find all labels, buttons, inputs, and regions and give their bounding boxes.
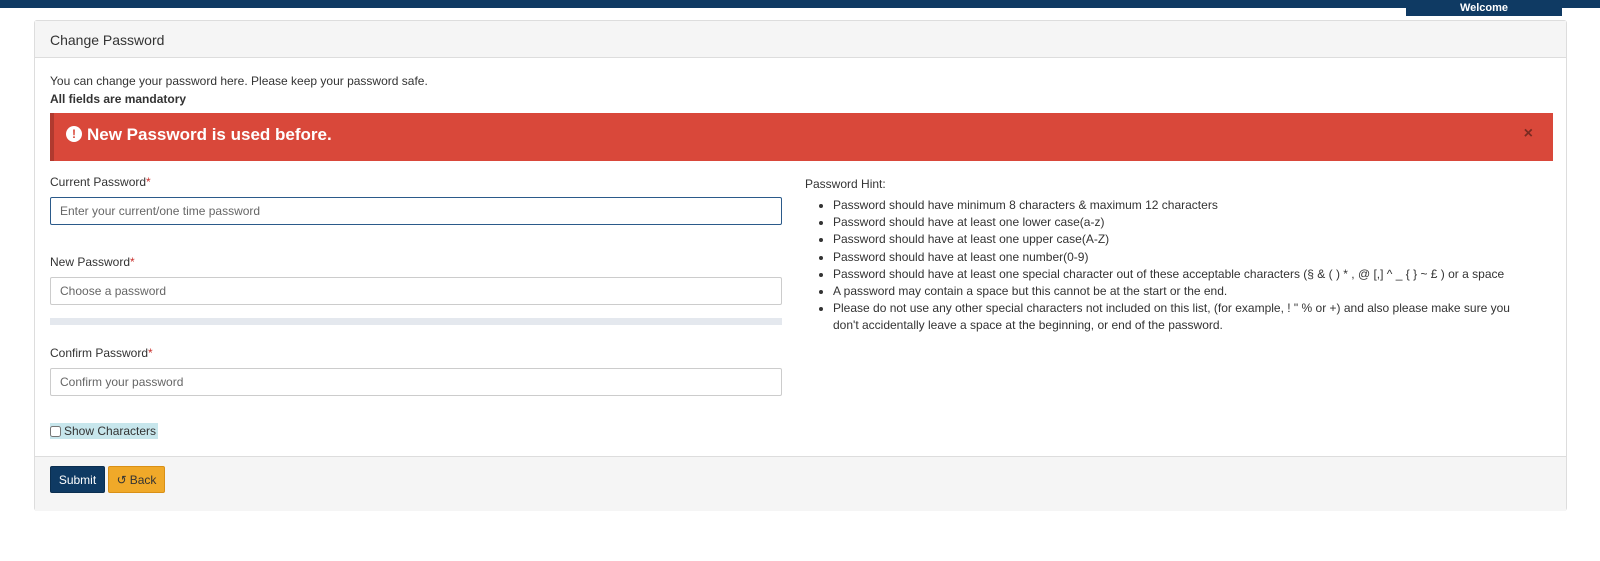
exclamation-circle-icon: ! <box>66 126 82 142</box>
alert-message: New Password is used before. <box>87 125 332 144</box>
panel-footer: Submit ↺ Back <box>35 456 1566 511</box>
confirm-password-input[interactable] <box>50 368 782 396</box>
new-password-label-text: New Password <box>50 255 131 269</box>
required-mark: * <box>146 175 151 189</box>
intro-text: You can change your password here. Pleas… <box>50 74 428 88</box>
hint-item: Password should have at least one specia… <box>833 266 1525 283</box>
confirm-password-label-text: Confirm Password <box>50 346 149 360</box>
show-characters-checkbox[interactable] <box>50 425 61 437</box>
undo-icon: ↺ <box>116 472 127 487</box>
hint-item: Password should have minimum 8 character… <box>833 197 1525 214</box>
hint-item: Password should have at least one lower … <box>833 214 1525 231</box>
hint-item: Password should have at least one number… <box>833 249 1525 266</box>
password-strength-bar <box>50 318 782 325</box>
submit-button[interactable]: Submit <box>50 466 105 493</box>
current-password-label-text: Current Password <box>50 175 147 189</box>
current-password-input[interactable] <box>50 197 782 225</box>
mandatory-note: All fields are mandatory <box>50 92 187 106</box>
change-password-panel: Change Password You can change your pass… <box>34 20 1567 511</box>
current-password-label: Current Password* <box>50 175 151 189</box>
new-password-input[interactable] <box>50 277 782 305</box>
close-icon[interactable]: × <box>1524 125 1533 143</box>
error-alert: ! New Password is used before. × <box>50 113 1553 161</box>
password-hint-title: Password Hint: <box>805 177 886 191</box>
show-characters-toggle[interactable]: Show Characters <box>50 423 159 439</box>
panel-title: Change Password <box>35 21 1566 58</box>
required-mark: * <box>130 255 135 269</box>
back-button[interactable]: ↺ Back <box>108 466 165 493</box>
required-mark: * <box>148 346 153 360</box>
show-characters-label: Show Characters <box>64 424 157 438</box>
confirm-password-label: Confirm Password* <box>50 346 153 360</box>
back-button-label: Back <box>129 472 157 487</box>
new-password-label: New Password* <box>50 255 135 269</box>
hint-item: Please do not use any other special char… <box>833 300 1525 334</box>
hint-item: Password should have at least one upper … <box>833 231 1525 248</box>
welcome-tab[interactable]: Welcome <box>1406 0 1562 16</box>
password-hint-list: Password should have minimum 8 character… <box>805 197 1525 335</box>
top-bar <box>0 0 1600 8</box>
hint-item: A password may contain a space but this … <box>833 283 1525 300</box>
